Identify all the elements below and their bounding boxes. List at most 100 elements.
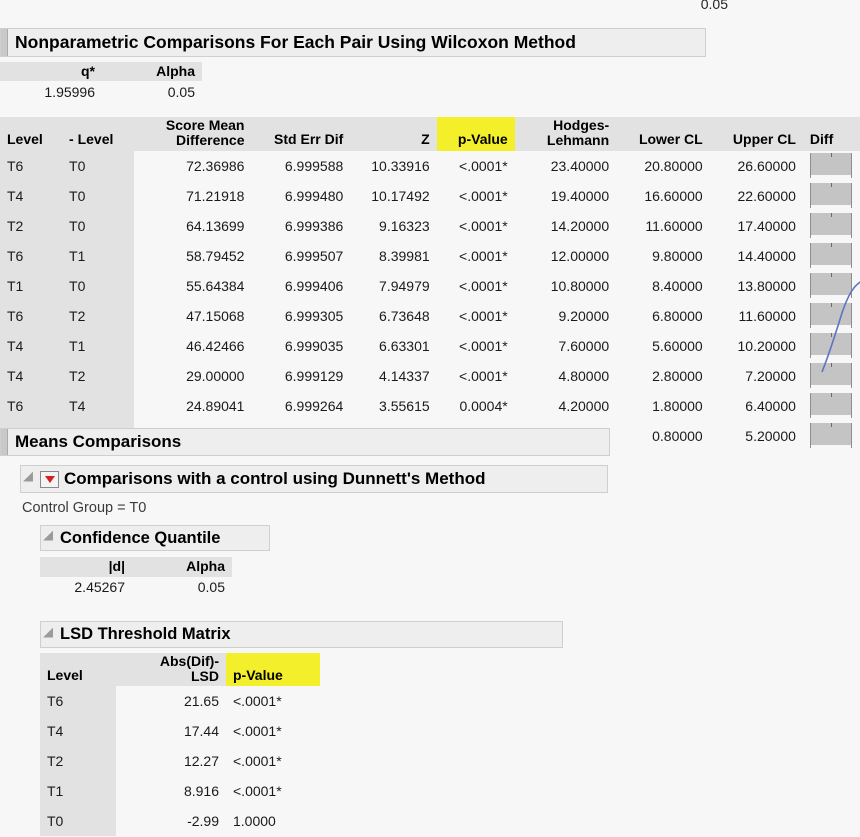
cell-minus-level: T2 xyxy=(62,301,134,331)
cell-hodges-lehmann: 10.80000 xyxy=(515,271,616,301)
cell-level: T6 xyxy=(0,241,62,271)
diff-row-separator xyxy=(810,325,852,328)
means-comparisons-title: Means Comparisons xyxy=(15,432,181,452)
table-row: T4T229.000006.9991294.14337<.0001*4.8000… xyxy=(0,361,860,391)
header-q-star: q* xyxy=(0,62,102,81)
header-alpha: Alpha xyxy=(132,557,232,577)
cell-lower-cl: 11.60000 xyxy=(616,211,710,241)
diff-confidence-interval-glyph xyxy=(810,363,852,388)
cell-hodges-lehmann: 12.00000 xyxy=(515,241,616,271)
cell-hodges-lehmann: 4.80000 xyxy=(515,361,616,391)
table-row: T212.27<.0001* xyxy=(40,746,320,776)
table-row: 2.45267 0.05 xyxy=(40,577,232,598)
cell-abs-dif-lsd: 21.65 xyxy=(116,686,226,716)
table-row: T4T071.219186.99948010.17492<.0001*19.40… xyxy=(0,181,860,211)
lsd-threshold-matrix-title: LSD Threshold Matrix xyxy=(60,625,231,644)
cell-hodges-lehmann: 4.20000 xyxy=(515,391,616,421)
cell-diff-plot xyxy=(803,211,860,241)
header-diff-plot: Diff xyxy=(803,117,860,151)
lsd-threshold-matrix-table: Level Abs(Dif)- LSD p-Value T621.65<.000… xyxy=(40,653,320,836)
cell-std-err-dif: 6.999129 xyxy=(251,361,350,391)
cell-lower-cl: 6.80000 xyxy=(616,301,710,331)
cell-alpha: 0.05 xyxy=(102,81,202,103)
cell-upper-cl: 5.20000 xyxy=(710,421,803,451)
diff-tick-mark xyxy=(831,243,832,247)
q-alpha-table: q* Alpha 1.95996 0.05 xyxy=(0,62,202,103)
cell-hodges-lehmann: 19.40000 xyxy=(515,181,616,211)
confidence-quantile-table: |d| Alpha 2.45267 0.05 xyxy=(40,557,232,598)
diff-row-separator xyxy=(810,415,852,418)
nonparametric-comparisons-table: Level - Level Score Mean Difference Std … xyxy=(0,117,860,451)
cell-diff-plot xyxy=(803,391,860,421)
diff-confidence-interval-glyph xyxy=(810,183,852,208)
cell-upper-cl: 13.80000 xyxy=(710,271,803,301)
cell-std-err-dif: 6.999305 xyxy=(251,301,350,331)
confidence-quantile-title-bar[interactable]: Confidence Quantile xyxy=(40,525,270,551)
cell-level: T6 xyxy=(0,301,62,331)
cell-score-mean-difference: 29.00000 xyxy=(134,361,251,391)
cell-p-value: <.0001* xyxy=(437,181,515,211)
cell-diff-plot xyxy=(803,301,860,331)
disclosure-triangle-icon[interactable] xyxy=(43,531,58,546)
table-row: 1.95996 0.05 xyxy=(0,81,202,103)
cell-minus-level: T0 xyxy=(62,181,134,211)
disclosure-triangle-icon[interactable] xyxy=(43,627,58,642)
cell-score-mean-difference: 71.21918 xyxy=(134,181,251,211)
cell-p-value: 0.0004* xyxy=(437,391,515,421)
table-header-row: Level Abs(Dif)- LSD p-Value xyxy=(40,653,320,686)
cell-hodges-lehmann: 14.20000 xyxy=(515,211,616,241)
table-row: T6T424.890416.9992643.556150.0004*4.2000… xyxy=(0,391,860,421)
cell-minus-level: T2 xyxy=(62,361,134,391)
diff-tick-mark xyxy=(831,213,832,217)
header-score-mean-difference: Score Mean Difference xyxy=(134,117,251,151)
cell-diff-plot xyxy=(803,271,860,301)
header-abs-dif-lsd: Abs(Dif)- LSD xyxy=(116,653,226,686)
cell-upper-cl: 22.60000 xyxy=(710,181,803,211)
cell-diff-plot xyxy=(803,181,860,211)
table-row: T621.65<.0001* xyxy=(40,686,320,716)
table-row: T0-2.991.0000 xyxy=(40,806,320,836)
cell-p-value: <.0001* xyxy=(437,301,515,331)
cell-lower-cl: 5.60000 xyxy=(616,331,710,361)
stray-alpha-value: 0.05 xyxy=(628,0,728,12)
section-grip xyxy=(1,29,8,56)
cell-z: 8.39981 xyxy=(350,241,436,271)
diff-confidence-interval-glyph xyxy=(810,393,852,418)
header-std-err-dif: Std Err Dif xyxy=(251,117,350,151)
cell-p-value: <.0001* xyxy=(226,746,320,776)
cell-hodges-lehmann: 23.40000 xyxy=(515,151,616,181)
cell-upper-cl: 7.20000 xyxy=(710,361,803,391)
cell-diff-plot xyxy=(803,421,860,451)
top-scrolled-strip: 0.05 xyxy=(0,0,860,26)
cell-lower-cl: 0.80000 xyxy=(616,421,710,451)
cell-std-err-dif: 6.999588 xyxy=(251,151,350,181)
header-absdif-line2: LSD xyxy=(191,668,219,684)
cell-diff-plot xyxy=(803,151,860,181)
header-level: Level xyxy=(40,653,116,686)
header-upper-cl: Upper CL xyxy=(710,117,803,151)
cell-minus-level: T1 xyxy=(62,241,134,271)
diff-row-separator xyxy=(810,265,852,268)
lsd-table-body: T621.65<.0001*T417.44<.0001*T212.27<.000… xyxy=(40,686,320,836)
header-score-mean-line1: Score Mean xyxy=(166,117,245,133)
lsd-threshold-matrix-title-bar[interactable]: LSD Threshold Matrix xyxy=(40,621,563,648)
cell-upper-cl: 11.60000 xyxy=(710,301,803,331)
cell-lower-cl: 1.80000 xyxy=(616,391,710,421)
red-triangle-menu-icon[interactable] xyxy=(40,471,59,488)
cell-upper-cl: 17.40000 xyxy=(710,211,803,241)
means-comparisons-title-bar[interactable]: Means Comparisons xyxy=(0,428,610,456)
diff-row-separator xyxy=(810,175,852,178)
nonparametric-comparisons-title-bar[interactable]: Nonparametric Comparisons For Each Pair … xyxy=(0,28,706,57)
cell-abs-dif-lsd: 12.27 xyxy=(116,746,226,776)
dunnett-method-title-bar[interactable]: Comparisons with a control using Dunnett… xyxy=(20,465,608,493)
cell-p-value: <.0001* xyxy=(437,211,515,241)
cell-z: 9.16323 xyxy=(350,211,436,241)
disclosure-triangle-icon[interactable] xyxy=(23,472,38,487)
cell-minus-level: T4 xyxy=(62,391,134,421)
diff-tick-mark xyxy=(831,273,832,277)
cell-p-value: <.0001* xyxy=(437,271,515,301)
cell-z: 7.94979 xyxy=(350,271,436,301)
cell-hodges-lehmann: 7.60000 xyxy=(515,331,616,361)
cell-lower-cl: 9.80000 xyxy=(616,241,710,271)
header-level: Level xyxy=(0,117,62,151)
